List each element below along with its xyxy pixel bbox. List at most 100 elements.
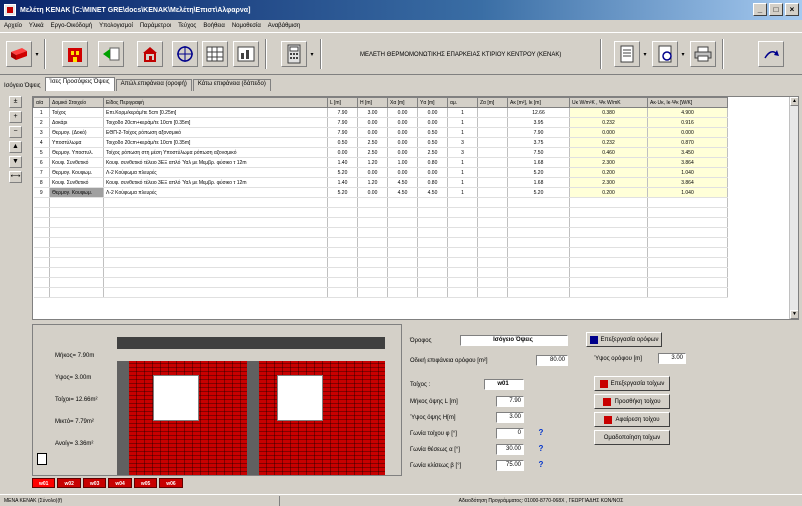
- table-cell[interactable]: 1.68: [507, 157, 570, 168]
- table-cell[interactable]: 4: [33, 137, 50, 148]
- print-preview-dropdown[interactable]: ▾: [679, 41, 687, 67]
- table-cell[interactable]: 7.90: [327, 127, 358, 138]
- table-row[interactable]: 3 Θερμογ. (Δοκό) ΕΘΠ-2-Τοίχος ρόπωση αξονσ…: [33, 127, 728, 138]
- table-cell[interactable]: [477, 127, 508, 138]
- table-cell[interactable]: 0.00: [387, 167, 418, 178]
- table-cell[interactable]: 1.20: [357, 177, 388, 188]
- table-cell[interactable]: 4.50: [387, 177, 418, 188]
- table-cell[interactable]: 0.200: [569, 167, 648, 178]
- table-cell[interactable]: Κουφ. Συνθετικό: [49, 157, 104, 168]
- table-cell[interactable]: 0.00: [327, 147, 358, 158]
- table-cell[interactable]: 0.50: [417, 127, 448, 138]
- tab-equal-facades[interactable]: Ίσες Προσόψεις Όψεις: [44, 77, 115, 91]
- table-cell[interactable]: 2.50: [357, 137, 388, 148]
- table-cell[interactable]: 3.95: [507, 117, 570, 128]
- table-cell[interactable]: 4.900: [647, 107, 728, 118]
- table-cell[interactable]: 0.232: [569, 137, 648, 148]
- table-cell[interactable]: Επι.Κορμ/κεράμ/τε 5cm [0.25m]: [103, 107, 328, 118]
- table-cell[interactable]: 0.00: [387, 127, 418, 138]
- table-cell[interactable]: 1: [447, 117, 478, 128]
- add-row-button[interactable]: +: [9, 111, 22, 123]
- table-cell[interactable]: 0.00: [387, 147, 418, 158]
- table-cell[interactable]: 3.864: [647, 177, 728, 188]
- table-cell[interactable]: 3: [33, 127, 50, 138]
- floor-height-field[interactable]: 3.00: [658, 353, 686, 364]
- table-cell[interactable]: 0.50: [417, 137, 448, 148]
- table-cell[interactable]: [477, 157, 508, 168]
- table-cell[interactable]: Τοιχοδο 20cm+κεράμ/τε 10cm [0.35m]: [103, 117, 328, 128]
- table-row[interactable]: 9 Θερμογ. Κουφωμ. Λ-2 Κούφωμα πλευρές 5.20 0…: [33, 187, 728, 198]
- table-cell[interactable]: 3.75: [507, 137, 570, 148]
- table-cell[interactable]: 1.040: [647, 187, 728, 198]
- tab-floor[interactable]: Κάτω επιφάνεια (δάπεδο): [192, 79, 271, 91]
- table-cell[interactable]: 7: [33, 167, 50, 178]
- table-cell[interactable]: 0.000: [647, 127, 728, 138]
- table-cell[interactable]: 0.80: [417, 157, 448, 168]
- house-button[interactable]: [137, 41, 163, 67]
- menu-item-legislation[interactable]: Νομοθεσία: [232, 23, 261, 29]
- table-cell[interactable]: 1: [447, 187, 478, 198]
- table-cell[interactable]: Θερμογ. Κουφωμ.: [49, 167, 104, 178]
- menu-item-project[interactable]: Εργο-Οικόδομή: [51, 23, 92, 29]
- compass-button[interactable]: [172, 41, 198, 67]
- table-row[interactable]: 6 Κουφ. Συνθετικό Κουφ. συνθετικό τέλειο 3…: [33, 157, 728, 168]
- calculator-icon[interactable]: [37, 453, 47, 465]
- phi-field[interactable]: 0: [496, 428, 524, 439]
- menu-item-calculations[interactable]: Υπολογισμοί: [99, 23, 133, 29]
- table-cell[interactable]: 0.00: [357, 117, 388, 128]
- print-button[interactable]: [690, 41, 716, 67]
- swap-button[interactable]: ⟷: [9, 171, 22, 183]
- window-opening[interactable]: [277, 375, 323, 421]
- table-cell[interactable]: ΕΘΠ-2-Τοίχος ρόπωση αξονσμικό: [103, 127, 328, 138]
- menu-item-upgrade[interactable]: Αναβάθμιση: [268, 23, 300, 29]
- table-cell[interactable]: 0.870: [647, 137, 728, 148]
- help-icon[interactable]: ?: [536, 460, 546, 470]
- table-cell[interactable]: [477, 167, 508, 178]
- table-cell[interactable]: 0.460: [569, 147, 648, 158]
- table-cell[interactable]: [477, 117, 508, 128]
- table-cell[interactable]: Κουφ. Συνθετικό: [49, 177, 104, 188]
- table-cell[interactable]: 7.90: [327, 107, 358, 118]
- table-cell[interactable]: 0.00: [387, 107, 418, 118]
- table-cell[interactable]: 3: [447, 147, 478, 158]
- table-cell[interactable]: 1: [33, 107, 50, 118]
- table-row[interactable]: 4 Υποστύλωμα Τοιχοδο 20cm+κεράμ/τε 10cm [0…: [33, 137, 728, 148]
- table-cell[interactable]: 3: [447, 137, 478, 148]
- table-cell[interactable]: 2: [33, 117, 50, 128]
- table-cell[interactable]: 0.00: [357, 187, 388, 198]
- table-cell[interactable]: 0.380: [569, 107, 648, 118]
- beta-field[interactable]: 75.00: [496, 460, 524, 471]
- maximize-button[interactable]: □: [769, 3, 783, 16]
- move-up-button[interactable]: ▲: [9, 141, 22, 153]
- help-icon[interactable]: ?: [536, 428, 546, 438]
- wall-tab[interactable]: w03: [82, 478, 107, 488]
- help-button[interactable]: [758, 41, 784, 67]
- scroll-up-icon[interactable]: ▲: [790, 97, 798, 106]
- print-preview-button[interactable]: [652, 41, 678, 67]
- table-row[interactable]: 2 Δοκάρι Τοιχοδο 20cm+κεράμ/τε 10cm [0.35m…: [33, 117, 728, 128]
- table-cell[interactable]: [477, 107, 508, 118]
- table-cell[interactable]: 0.00: [387, 137, 418, 148]
- table-cell[interactable]: 1.20: [357, 157, 388, 168]
- table-cell[interactable]: Κουφ. συνθετικό τέλειο 3ΕΞ απλό Ύαλ με Μ…: [103, 177, 328, 188]
- table-cell[interactable]: 9: [33, 187, 50, 198]
- table-cell[interactable]: 0.00: [357, 167, 388, 178]
- tab-ceiling[interactable]: Απώλ.επιφάνεια (οροφή): [115, 79, 192, 91]
- table-cell[interactable]: 4.50: [417, 187, 448, 198]
- table-cell[interactable]: 0.00: [387, 117, 418, 128]
- length-field[interactable]: 7.90: [496, 396, 524, 407]
- table-cell[interactable]: 0.00: [357, 127, 388, 138]
- help-icon[interactable]: ?: [536, 444, 546, 454]
- table-cell[interactable]: 1.68: [507, 177, 570, 188]
- table-cell[interactable]: [477, 187, 508, 198]
- table-cell[interactable]: 1.00: [387, 157, 418, 168]
- remove-row-button[interactable]: −: [9, 126, 22, 138]
- grid-scrollbar[interactable]: ▲ ▼: [789, 97, 798, 319]
- export-button[interactable]: [98, 41, 124, 67]
- report-dropdown[interactable]: ▾: [641, 41, 649, 67]
- wall-tab[interactable]: w05: [133, 478, 158, 488]
- table-cell[interactable]: [477, 147, 508, 158]
- table-cell[interactable]: 7.90: [507, 127, 570, 138]
- table-cell[interactable]: 1: [447, 157, 478, 168]
- table-cell[interactable]: Λ-2 Κούφωμα πλευρές: [103, 167, 328, 178]
